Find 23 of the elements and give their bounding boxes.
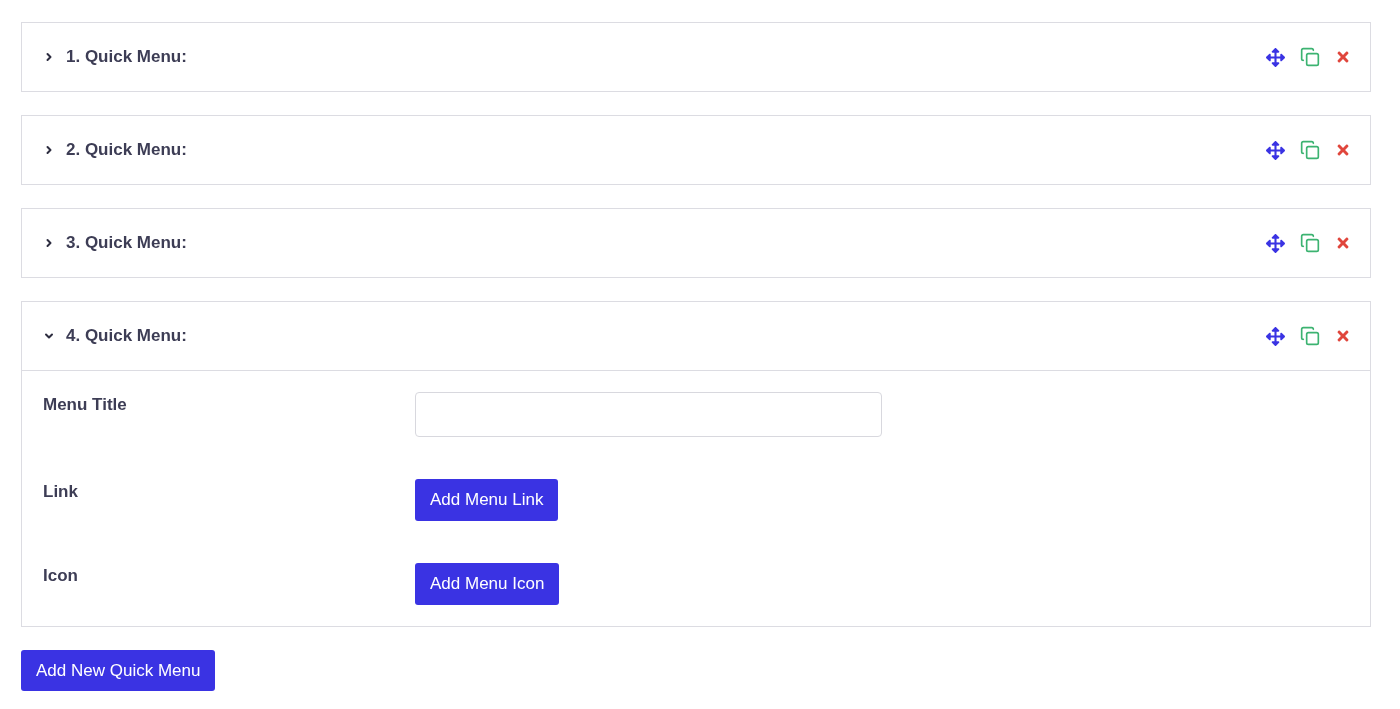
- move-icon[interactable]: [1266, 233, 1285, 253]
- move-icon[interactable]: [1266, 47, 1285, 67]
- close-icon[interactable]: [1335, 328, 1351, 344]
- move-icon[interactable]: [1266, 140, 1285, 160]
- input-field[interactable]: [415, 392, 882, 437]
- add-button[interactable]: Add Menu Link: [415, 479, 559, 521]
- move-icon[interactable]: [1266, 326, 1285, 346]
- close-icon[interactable]: [1335, 235, 1351, 251]
- copy-icon[interactable]: [1300, 140, 1320, 160]
- add-new-quick-menu-button[interactable]: Add New Quick Menu: [21, 650, 216, 691]
- field-label: Link: [43, 481, 78, 503]
- close-icon[interactable]: [1335, 49, 1351, 65]
- copy-icon[interactable]: [1300, 47, 1320, 67]
- menu-title[interactable]: 2. Quick Menu:: [66, 137, 187, 163]
- field-label: Menu Title: [43, 394, 127, 416]
- add-button[interactable]: Add Menu Icon: [415, 563, 560, 605]
- field-label: Icon: [43, 565, 78, 587]
- copy-icon[interactable]: [1300, 233, 1320, 253]
- menu-title[interactable]: 3. Quick Menu:: [66, 230, 187, 256]
- menu-title[interactable]: 1. Quick Menu:: [66, 44, 187, 70]
- menu-title[interactable]: 4. Quick Menu:: [66, 323, 187, 349]
- close-icon[interactable]: [1335, 142, 1351, 158]
- copy-icon[interactable]: [1300, 326, 1320, 346]
